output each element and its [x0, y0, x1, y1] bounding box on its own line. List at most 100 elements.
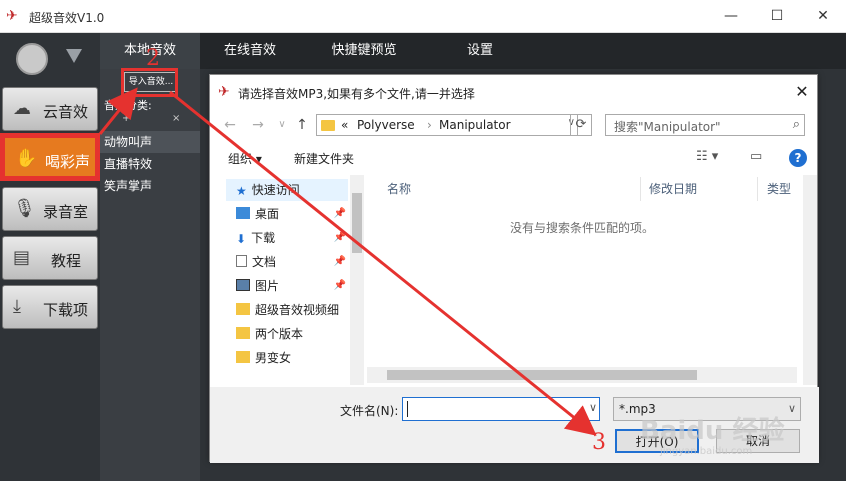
- nav-item-label: 两个版本: [255, 327, 304, 341]
- sidebar-item-studio[interactable]: 🎙 录音室: [2, 187, 98, 231]
- nav-item-label: 男变女: [255, 351, 292, 365]
- avatar[interactable]: [16, 43, 48, 75]
- breadcrumb-separator-icon: ›: [427, 118, 432, 132]
- sound-category-panel: 导入音效... 音效分类: + × 动物叫声 直播特效 笑声掌声: [100, 69, 200, 481]
- remove-category-button[interactable]: ×: [172, 113, 180, 124]
- maximize-button[interactable]: ☐: [754, 0, 800, 33]
- filename-input[interactable]: ∨: [402, 397, 600, 421]
- scrollbar-thumb[interactable]: [387, 370, 697, 380]
- add-category-button[interactable]: +: [122, 113, 130, 124]
- nav-item-folder[interactable]: 男变女: [236, 347, 346, 369]
- tab-shortcut-preview[interactable]: 快捷键预览: [314, 33, 414, 69]
- picture-icon: [236, 279, 250, 291]
- dialog-title-bar: ✈ 请选择音效MP3,如果有多个文件,请一并选择 ✕: [210, 75, 819, 109]
- category-list: 动物叫声 直播特效 笑声掌声: [100, 131, 200, 197]
- folder-icon: [321, 120, 335, 131]
- sidebar-item-downloads[interactable]: ⤓ 下载项: [2, 285, 98, 329]
- filename-dropdown-icon[interactable]: ∨: [589, 401, 597, 414]
- cloud-icon: ☁: [13, 98, 31, 119]
- chevron-down-icon: ∨: [787, 402, 796, 415]
- nav-item-pictures[interactable]: 图片 📌: [236, 275, 346, 297]
- nav-item-desktop[interactable]: 桌面 📌: [236, 203, 346, 225]
- download-icon: ⤓: [13, 296, 21, 317]
- avatar-dropdown-icon[interactable]: [66, 49, 82, 63]
- app-logo-icon: ✈: [218, 84, 230, 100]
- sidebar-item-label: 录音室: [43, 203, 89, 221]
- nav-item-folder[interactable]: 两个版本: [236, 323, 346, 345]
- tab-settings[interactable]: 设置: [430, 33, 530, 69]
- refresh-button[interactable]: ⟳: [570, 114, 592, 136]
- sidebar-item-label: 云音效: [43, 103, 89, 121]
- sidebar-item-cloud[interactable]: ☁ 云音效: [2, 87, 98, 131]
- search-input[interactable]: 搜索"Manipulator" ⌕: [605, 114, 805, 136]
- up-arrow-icon[interactable]: ↑: [292, 115, 312, 135]
- nav-item-documents[interactable]: 文档 📌: [236, 251, 346, 273]
- navigation-pane: ★ 快速访问 桌面 📌 ⬇ 下载 📌 文档 📌 图片 📌 超级音效视频细 两个版本 …: [210, 175, 365, 385]
- tutorial-icon: ▤: [13, 247, 31, 268]
- watermark-url: jingyan.baidu.com: [660, 446, 753, 457]
- dialog-close-button[interactable]: ✕: [789, 79, 815, 105]
- folder-icon: [236, 327, 250, 339]
- nav-item-downloads[interactable]: ⬇ 下载 📌: [236, 227, 346, 249]
- help-icon[interactable]: ?: [789, 149, 807, 167]
- folder-icon: [236, 303, 250, 315]
- annotation-highlight-cheer: [0, 133, 100, 181]
- pin-icon[interactable]: 📌: [334, 275, 346, 297]
- dialog-title: 请选择音效MP3,如果有多个文件,请一并选择: [238, 87, 475, 101]
- nav-item-quick-access[interactable]: ★ 快速访问: [226, 179, 348, 201]
- view-options-icon[interactable]: ☷ ▾: [696, 149, 718, 164]
- list-item[interactable]: 动物叫声: [100, 131, 200, 153]
- close-button[interactable]: ✕: [800, 0, 846, 33]
- app-logo-icon: ✈: [6, 8, 18, 24]
- column-separator[interactable]: [640, 177, 641, 201]
- category-label: 音效分类:: [104, 99, 152, 112]
- text-caret: [407, 401, 408, 417]
- app-title: 超级音效V1.0: [29, 11, 105, 25]
- column-header-name[interactable]: 名称: [387, 177, 411, 201]
- new-folder-button[interactable]: 新建文件夹: [294, 150, 354, 167]
- recent-dropdown-icon[interactable]: ∨: [272, 115, 292, 135]
- column-header-type[interactable]: 类型: [767, 177, 791, 201]
- watermark-logo: Baidu 经验: [640, 416, 785, 446]
- category-controls: + ×: [104, 113, 196, 127]
- microphone-icon: 🎙: [13, 198, 36, 219]
- scrollbar-thumb[interactable]: [352, 193, 362, 253]
- file-list-scrollbar[interactable]: [803, 175, 817, 385]
- sidebar-item-tutorial[interactable]: ▤ 教程: [2, 236, 98, 280]
- tab-online-sounds[interactable]: 在线音效: [200, 33, 300, 69]
- dialog-toolbar: 组织 ▾ 新建文件夹 ☷ ▾ ▭ ?: [210, 143, 819, 173]
- pin-icon[interactable]: 📌: [334, 227, 346, 249]
- nav-item-label: 下载: [251, 231, 276, 245]
- horizontal-scrollbar[interactable]: [367, 367, 797, 383]
- column-separator[interactable]: [757, 177, 758, 201]
- sidebar-item-label: 下载项: [43, 301, 89, 319]
- file-list: 名称 修改日期 类型 没有与搜索条件匹配的项。: [367, 175, 817, 385]
- annotation-highlight-import: [121, 68, 178, 97]
- column-header-date[interactable]: 修改日期: [649, 177, 697, 201]
- minimize-button[interactable]: —: [708, 0, 754, 33]
- back-arrow-icon[interactable]: ←: [220, 115, 240, 135]
- download-arrow-icon: ⬇: [236, 232, 247, 246]
- breadcrumb-manipulator[interactable]: Manipulator: [439, 118, 511, 132]
- address-bar[interactable]: « Polyverse › Manipulator ∨: [316, 114, 578, 136]
- annotation-step-3: 3: [592, 430, 606, 455]
- sidebar: ☁ 云音效 ✋ 喝彩声 🎙 录音室 ▤ 教程 ⤓ 下载项: [0, 33, 100, 481]
- desktop-icon: [236, 207, 250, 219]
- pin-icon[interactable]: 📌: [334, 203, 346, 225]
- title-bar: ✈ 超级音效V1.0 — ☐ ✕: [0, 0, 846, 33]
- list-item[interactable]: 直播特效: [100, 153, 200, 175]
- nav-item-label: 桌面: [255, 207, 280, 221]
- organize-menu[interactable]: 组织 ▾: [228, 150, 262, 167]
- document-icon: [236, 255, 247, 267]
- nav-pane-scrollbar[interactable]: [350, 175, 364, 385]
- list-item[interactable]: 笑声掌声: [100, 175, 200, 197]
- star-icon: ★: [236, 184, 247, 198]
- forward-arrow-icon[interactable]: →: [248, 115, 268, 135]
- nav-item-label: 文档: [252, 255, 277, 269]
- preview-pane-icon[interactable]: ▭: [750, 149, 762, 164]
- pin-icon[interactable]: 📌: [334, 251, 346, 273]
- breadcrumb-polyverse[interactable]: Polyverse: [357, 118, 415, 132]
- breadcrumb-prefix[interactable]: «: [341, 118, 348, 132]
- search-icon: ⌕: [792, 117, 800, 132]
- nav-item-folder[interactable]: 超级音效视频细: [236, 299, 354, 321]
